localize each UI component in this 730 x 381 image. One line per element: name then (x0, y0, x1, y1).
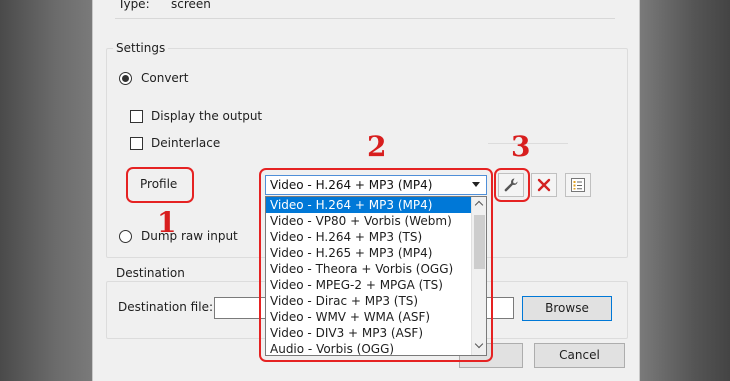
scrollbar-thumb[interactable] (474, 215, 485, 269)
profile-option[interactable]: Video - WMV + WMA (ASF) (266, 309, 471, 325)
background-right (640, 0, 730, 381)
profile-option-list: Video - H.264 + MP3 (MP4) Video - VP80 + … (266, 197, 471, 355)
profile-combobox[interactable]: Video - H.264 + MP3 (MP4) (265, 175, 487, 195)
destination-group-title: Destination (113, 266, 188, 280)
chevron-down-icon (472, 182, 480, 187)
convert-radio[interactable] (119, 72, 132, 85)
profile-option[interactable]: Video - H.265 + MP3 (MP4) (266, 245, 471, 261)
display-output-label: Display the output (151, 109, 263, 123)
scroll-down-icon[interactable] (474, 339, 484, 349)
destination-file-label: Destination file: (118, 300, 213, 314)
deinterlace-checkbox[interactable] (130, 137, 143, 150)
convert-label: Convert (141, 71, 189, 85)
delete-profile-button[interactable] (531, 173, 557, 197)
profile-label: Profile (140, 177, 178, 191)
profile-option[interactable]: Video - Theora + Vorbis (OGG) (266, 261, 471, 277)
dump-raw-label: Dump raw input (141, 229, 238, 243)
settings-group-title: Settings (113, 41, 169, 55)
background-left (0, 0, 92, 381)
display-output-checkbox[interactable] (130, 110, 143, 123)
type-value: screen (171, 0, 211, 11)
new-profile-button[interactable] (565, 173, 591, 197)
profile-option[interactable]: Audio - Vorbis (OGG) (266, 341, 471, 355)
profile-option[interactable]: Video - DIV3 + MP3 (ASF) (266, 325, 471, 341)
annotation-number-2: 2 (367, 130, 387, 163)
type-label: Type: (118, 0, 150, 11)
wrench-icon (504, 178, 518, 192)
annotation-number-3: 3 (511, 130, 531, 163)
edit-profile-button[interactable] (498, 173, 524, 197)
dump-raw-radio[interactable] (119, 230, 132, 243)
scroll-up-icon[interactable] (474, 200, 484, 210)
profile-combobox-value: Video - H.264 + MP3 (MP4) (270, 178, 433, 192)
profile-option[interactable]: Video - VP80 + Vorbis (Webm) (266, 213, 471, 229)
annotation-number-1: 1 (157, 206, 177, 239)
red-x-icon (537, 178, 551, 192)
profile-option[interactable]: Video - H.264 + MP3 (TS) (266, 229, 471, 245)
profile-option[interactable]: Video - Dirac + MP3 (TS) (266, 293, 471, 309)
browse-button[interactable]: Browse (522, 296, 612, 321)
list-icon (571, 178, 585, 192)
source-divider (115, 18, 615, 19)
profile-option[interactable]: Video - H.264 + MP3 (MP4) (266, 197, 471, 213)
convert-dialog: Type: screen Settings Convert Display th… (92, 0, 640, 381)
cancel-button[interactable]: Cancel (534, 343, 625, 368)
deinterlace-label: Deinterlace (151, 136, 221, 150)
profile-dropdown-list: Video - H.264 + MP3 (MP4) Video - VP80 + … (265, 196, 487, 356)
dropdown-scrollbar[interactable] (471, 197, 486, 355)
profile-option[interactable]: Video - MPEG-2 + MPGA (TS) (266, 277, 471, 293)
